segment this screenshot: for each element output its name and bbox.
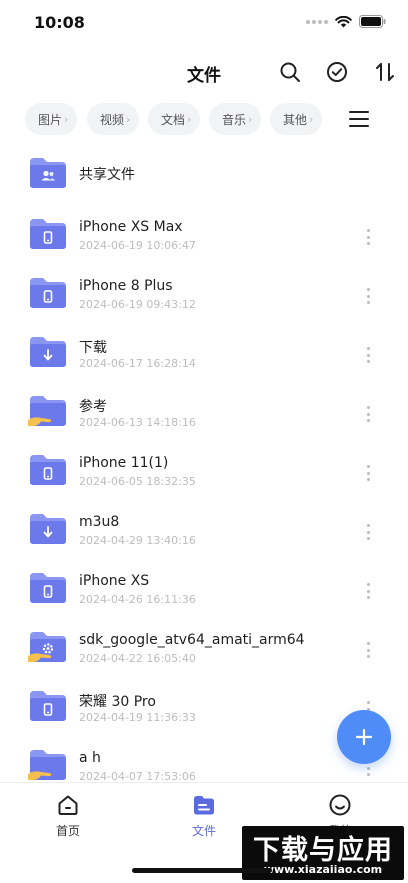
file-name: iPhone 11(1)	[79, 455, 169, 471]
tab-files[interactable]: 文件	[164, 793, 244, 843]
file-row[interactable]: 参考 2024-06-13 14:18:16	[0, 381, 408, 437]
status-bar: 10:08	[0, 0, 408, 44]
phone-folder-icon	[30, 573, 66, 603]
navigation-bar: 文件	[0, 44, 408, 100]
file-name: iPhone 8 Plus	[79, 278, 173, 294]
phone-folder-icon	[30, 691, 66, 721]
chip-label: 音乐	[222, 112, 247, 127]
chip-documents[interactable]: 文档 ›	[148, 103, 200, 135]
download-folder-icon	[30, 514, 66, 544]
chevron-right-icon: ›	[64, 112, 69, 126]
tab-label: 文件	[191, 824, 216, 838]
file-date: 2024-04-29 13:40:16	[79, 534, 196, 547]
file-date: 2024-06-19 09:43:12	[79, 298, 196, 311]
file-date: 2024-06-19 10:06:47	[79, 239, 196, 252]
chip-other[interactable]: 其他 ›	[270, 103, 322, 135]
home-indicator	[132, 868, 272, 873]
search-button[interactable]	[277, 59, 303, 85]
more-options-icon[interactable]	[361, 344, 375, 366]
file-row[interactable]: iPhone 8 Plus 2024-06-19 09:43:12	[0, 263, 408, 319]
shared-files-row[interactable]: 共享文件	[0, 145, 408, 201]
file-date: 2024-04-19 11:36:33	[79, 711, 196, 724]
watermark-title: 下载与应用	[253, 835, 393, 866]
shared-files-label: 共享文件	[79, 167, 135, 183]
menu-button[interactable]	[346, 108, 372, 130]
home-icon	[58, 795, 78, 815]
file-row[interactable]: iPhone 11(1) 2024-06-05 18:32:35	[0, 440, 408, 496]
settings-hand-folder-icon	[28, 632, 66, 662]
chip-label: 图片	[38, 112, 63, 127]
plus-icon	[355, 728, 373, 746]
phone-folder-icon	[30, 219, 66, 249]
chip-label: 其他	[283, 112, 308, 127]
sort-button[interactable]	[372, 59, 398, 85]
file-date: 2024-06-13 14:18:16	[79, 416, 196, 429]
file-name: iPhone XS	[79, 573, 150, 589]
file-date: 2024-06-17 16:28:14	[79, 357, 196, 370]
file-row[interactable]: iPhone XS Max 2024-06-19 10:06:47	[0, 204, 408, 260]
file-date: 2024-04-26 16:11:36	[79, 593, 196, 606]
chip-music[interactable]: 音乐 ›	[209, 103, 261, 135]
file-row[interactable]: m3u8 2024-04-29 13:40:16	[0, 499, 408, 555]
chevron-right-icon: ›	[187, 112, 192, 126]
shared-folder-icon	[30, 158, 66, 188]
more-options-icon[interactable]	[361, 403, 375, 425]
file-name: 下载	[79, 340, 107, 356]
chevron-right-icon: ›	[248, 112, 253, 126]
file-date: 2024-04-07 17:53:06	[79, 770, 196, 782]
cellular-signal-icon	[306, 19, 328, 24]
shared-hand-folder-icon	[28, 750, 66, 780]
file-row[interactable]: iPhone XS 2024-04-26 16:11:36	[0, 558, 408, 614]
file-list[interactable]: 共享文件 iPhone XS Max 2024-06-19 10:06:47 i…	[0, 145, 408, 782]
file-name: sdk_google_atv64_amati_arm64	[79, 632, 305, 648]
more-options-icon[interactable]	[361, 580, 375, 602]
wifi-icon	[335, 15, 352, 27]
phone-folder-icon	[30, 455, 66, 485]
tab-home[interactable]: 首页	[28, 793, 108, 843]
file-row[interactable]: 下载 2024-06-17 16:28:14	[0, 322, 408, 378]
chip-label: 视频	[100, 112, 125, 127]
chip-videos[interactable]: 视频 ›	[87, 103, 139, 135]
files-icon	[194, 796, 214, 815]
category-filter-row: 图片 › 视频 › 文档 › 音乐 › 其他 ›	[0, 103, 408, 135]
file-name: m3u8	[79, 514, 120, 530]
status-icons	[306, 15, 386, 28]
chip-label: 文档	[161, 112, 186, 127]
file-name: 荣耀 30 Pro	[79, 694, 156, 710]
profile-icon	[329, 794, 351, 816]
file-row[interactable]: sdk_google_atv64_amati_arm64 2024-04-22 …	[0, 617, 408, 673]
file-date: 2024-04-22 16:05:40	[79, 652, 196, 665]
select-check-icon	[327, 62, 347, 82]
battery-icon	[359, 15, 386, 28]
file-date: 2024-06-05 18:32:35	[79, 475, 196, 488]
more-options-icon[interactable]	[361, 226, 375, 248]
more-options-icon[interactable]	[361, 462, 375, 484]
file-name: iPhone XS Max	[79, 219, 183, 235]
more-options-icon[interactable]	[361, 639, 375, 661]
file-name: a h	[79, 750, 101, 766]
chevron-right-icon: ›	[309, 112, 314, 126]
download-folder-icon	[30, 337, 66, 367]
status-time: 10:08	[34, 13, 85, 32]
sort-icon	[376, 63, 394, 81]
search-icon	[280, 62, 300, 82]
shared-hand-folder-icon	[28, 396, 66, 426]
add-button[interactable]	[337, 710, 391, 764]
more-options-icon[interactable]	[361, 285, 375, 307]
chip-images[interactable]: 图片 ›	[25, 103, 77, 135]
tab-label: 首页	[55, 824, 80, 838]
file-name: 参考	[79, 399, 107, 415]
more-options-icon[interactable]	[361, 521, 375, 543]
chevron-right-icon: ›	[126, 112, 131, 126]
select-button[interactable]	[324, 59, 350, 85]
phone-folder-icon	[30, 278, 66, 308]
